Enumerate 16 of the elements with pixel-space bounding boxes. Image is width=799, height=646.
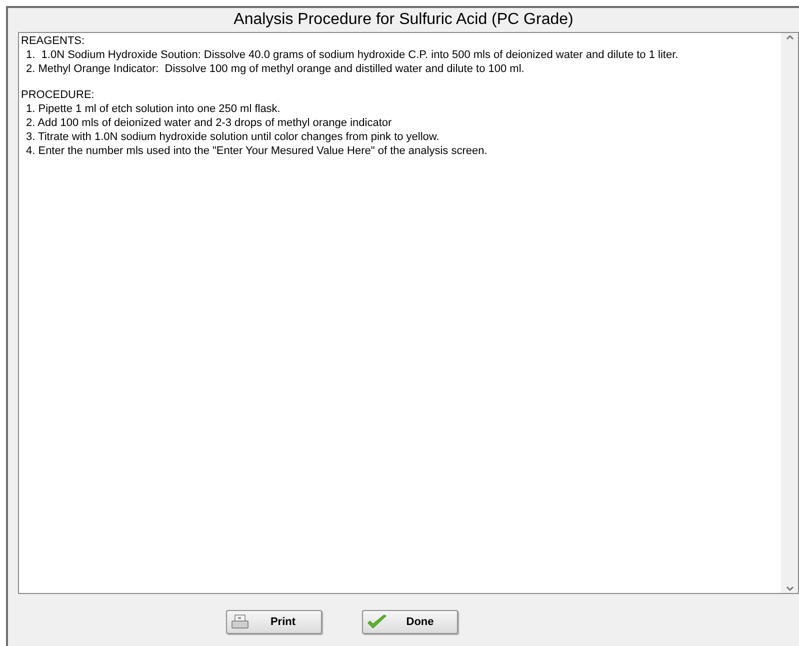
procedure-step: 1. 1.0N Sodium Hydroxide Soution: Dissolve 40.0 grams of sodium hydroxide C.P. into 500 mls of deionized water and dilute to 1 liter.: [21, 48, 781, 62]
checkmark-icon: [367, 614, 387, 630]
scrollbar[interactable]: [781, 33, 798, 593]
procedure-step: 4. Enter the number mls used into the "Enter Your Mesured Value Here" of the analysis screen.: [21, 144, 781, 158]
scroll-up-icon[interactable]: [786, 34, 794, 40]
procedure-step: 3. Titrate with 1.0N sodium hydroxide solution until color changes from pink to yellow.: [21, 130, 781, 144]
window-title: Analysis Procedure for Sulfuric Acid (PC Grade): [234, 10, 574, 30]
scroll-down-icon[interactable]: [786, 586, 794, 592]
done-button[interactable]: Done: [362, 610, 458, 634]
section-heading: PROCEDURE:: [21, 88, 96, 102]
print-button[interactable]: Print: [226, 610, 322, 634]
printer-icon: [231, 614, 249, 630]
section-heading: REAGENTS:: [21, 34, 86, 48]
procedure-step: 2. Add 100 mls of deionized water and 2-3 drops of methyl orange indicator: [21, 116, 781, 130]
procedure-step: 1. Pipette 1 ml of etch solution into one 250 ml flask.: [21, 102, 781, 116]
procedure-step: 2. Methyl Orange Indicator: Dissolve 100 mg of methyl orange and distilled water and dilute to 100 ml.: [21, 62, 781, 76]
